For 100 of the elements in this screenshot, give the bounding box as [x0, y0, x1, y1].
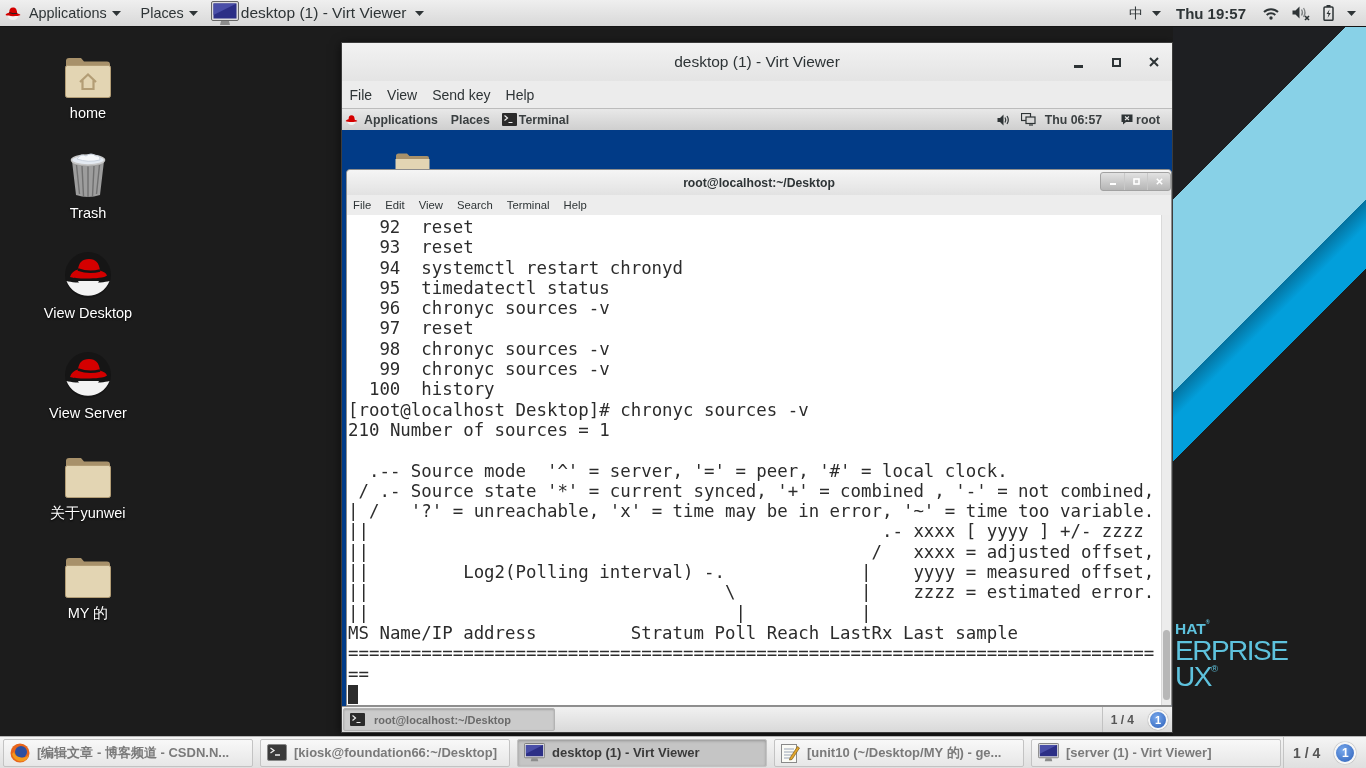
menu-item[interactable]: File [342, 81, 380, 108]
folder-icon [65, 456, 111, 498]
home-folder-icon [65, 56, 111, 98]
terminal-line: || Log2(Polling interval) -. | yyyy = measured offset, [348, 562, 1155, 583]
terminal-line: ============================================================================= [348, 643, 1155, 664]
taskbar-button[interactable]: [编辑文章 - 博客频道 - CSDN.N... [3, 738, 253, 767]
maximize-icon [1111, 57, 1121, 67]
desktop-shortcut[interactable]: Trash [69, 150, 107, 250]
folder-icon [65, 556, 111, 598]
menu-item[interactable]: Help [498, 81, 542, 108]
maximize-icon [1132, 178, 1140, 185]
monitor-icon [210, 0, 239, 26]
history-command: chronyc sources -v [421, 298, 610, 319]
window-menu[interactable]: desktop (1) - Virt Viewer [210, 0, 424, 26]
text-cursor [348, 684, 359, 704]
close-icon [1149, 57, 1159, 67]
workspace-indicator[interactable]: 1 / 4 [1101, 707, 1142, 732]
menu-item[interactable]: File [346, 195, 379, 215]
history-number: 100 [368, 379, 401, 400]
history-command: chronyc sources -v [421, 338, 610, 360]
taskbar-button[interactable]: [kiosk@foundation66:~/Desktop] [260, 738, 510, 767]
terminal-line: || \ | zzzz = estimated error. [348, 582, 1155, 603]
taskbar-button[interactable]: desktop (1) - Virt Viewer [517, 738, 767, 767]
monitor-icon [524, 743, 545, 762]
terminal-line: [root@localhost Desktop]# chronyc sources -v [348, 399, 809, 420]
places-menu[interactable]: Places [140, 0, 198, 26]
hat-logo-icon [65, 352, 111, 398]
caret-icon [414, 10, 424, 16]
desktop-shortcut[interactable]: View Desktop [43, 250, 133, 350]
caret-icon [1347, 10, 1356, 16]
history-number: 97 [379, 318, 401, 339]
history-command: timedatectl status [421, 277, 610, 299]
menu-item[interactable]: Help [556, 195, 594, 215]
applications-menu[interactable]: Applications [5, 0, 121, 26]
wifi-icon [1263, 6, 1279, 20]
caret-icon [1151, 10, 1161, 16]
history-number: 94 [379, 257, 401, 278]
terminal-line: || .- xxxx [ yyyy ] +/- zzzz [348, 521, 1144, 542]
desktop-shortcut[interactable]: MY 的 [65, 550, 111, 650]
terminal-line: 210 Number of sources = 1 [348, 419, 610, 441]
monitor-icon [1038, 743, 1059, 762]
window-menu[interactable]: Terminal [501, 109, 570, 130]
terminal-line: / .- Source state '*' = current synced, '+' = combined , '-' = not combined, [357, 480, 1155, 502]
history-number: 95 [379, 277, 401, 299]
desktop-shortcut[interactable]: View Server [49, 350, 127, 450]
network-icon [1020, 113, 1036, 126]
desktop-shortcut[interactable]: 关于yunwei [50, 450, 126, 550]
menu-item[interactable]: Edit [378, 195, 412, 215]
hat-icon [5, 6, 21, 20]
minimize-icon [1073, 65, 1083, 68]
workspace-indicator[interactable]: 1 / 4 [1283, 737, 1330, 768]
terminal-icon [350, 713, 365, 726]
window-title: desktop (1) - Virt Viewer [674, 53, 840, 71]
terminal-icon [267, 744, 287, 761]
history-number: 92 [379, 217, 401, 238]
wallpaper-logo-text: UX$^{®}$ [1175, 664, 1217, 690]
terminal-line: || / xxxx = adjusted offset, [348, 541, 1155, 563]
folder-icon [395, 152, 430, 169]
terminal-line: || | | [348, 602, 872, 623]
terminal-line: == [348, 663, 369, 684]
menu-item[interactable]: Terminal [499, 195, 557, 215]
user-menu[interactable]: root [1121, 109, 1160, 130]
history-command: reset [421, 217, 474, 238]
clock[interactable]: Thu 19:57 [1175, 4, 1246, 22]
history-command: reset [421, 318, 474, 339]
history-command: history [421, 379, 495, 400]
wallpaper-logo-text: HAT$^{®}$ [1175, 620, 1210, 638]
desktop-shortcut[interactable]: home [65, 50, 111, 150]
history-number: 99 [379, 359, 401, 380]
terminal-line: .-- Source mode '^' = server, '=' = peer, '#' = local clock. [367, 460, 1008, 481]
history-number: 93 [379, 237, 401, 258]
trash-icon [69, 152, 107, 198]
volume-icon [996, 113, 1011, 126]
terminal-title: root@localhost:~/Desktop [683, 175, 835, 190]
wallpaper-logo-text: ERPRISE [1175, 638, 1288, 664]
caret-icon [111, 10, 121, 16]
minimize-icon [1109, 183, 1116, 185]
places-menu[interactable]: Places [450, 109, 490, 130]
status-bubble-icon [1121, 114, 1134, 125]
menu-item[interactable]: View [379, 81, 425, 108]
history-number: 98 [379, 338, 401, 360]
terminal-icon [501, 113, 517, 126]
scrollbar-thumb[interactable] [1163, 630, 1170, 700]
history-number: 96 [379, 298, 401, 319]
close-icon [1155, 178, 1163, 185]
taskbar-button[interactable]: [server (1) - Virt Viewer] [1031, 738, 1281, 767]
caret-icon [188, 10, 198, 16]
menu-item[interactable]: Search [449, 195, 500, 215]
applications-menu[interactable]: Applications [345, 109, 438, 130]
menu-item[interactable]: Send key [424, 81, 499, 108]
hat-logo-icon [65, 252, 111, 298]
terminal-line: MS Name/IP address Stratum Poll Reach LastRx Last sample [348, 622, 1019, 644]
clock[interactable]: Thu 06:57 [1044, 112, 1103, 127]
notepad-icon [781, 742, 800, 763]
taskbar-button[interactable]: [unit10 (~/Desktop/MY 的) - ge... [774, 738, 1024, 767]
history-command: reset [421, 237, 474, 258]
terminal-line: | / '?' = unreachable, 'x' = time may be in error, '~' = time too variable. [348, 501, 1155, 522]
globe-icon [10, 742, 30, 763]
input-method-menu[interactable]: 中 [1128, 0, 1161, 26]
menu-item[interactable]: View [411, 195, 450, 215]
